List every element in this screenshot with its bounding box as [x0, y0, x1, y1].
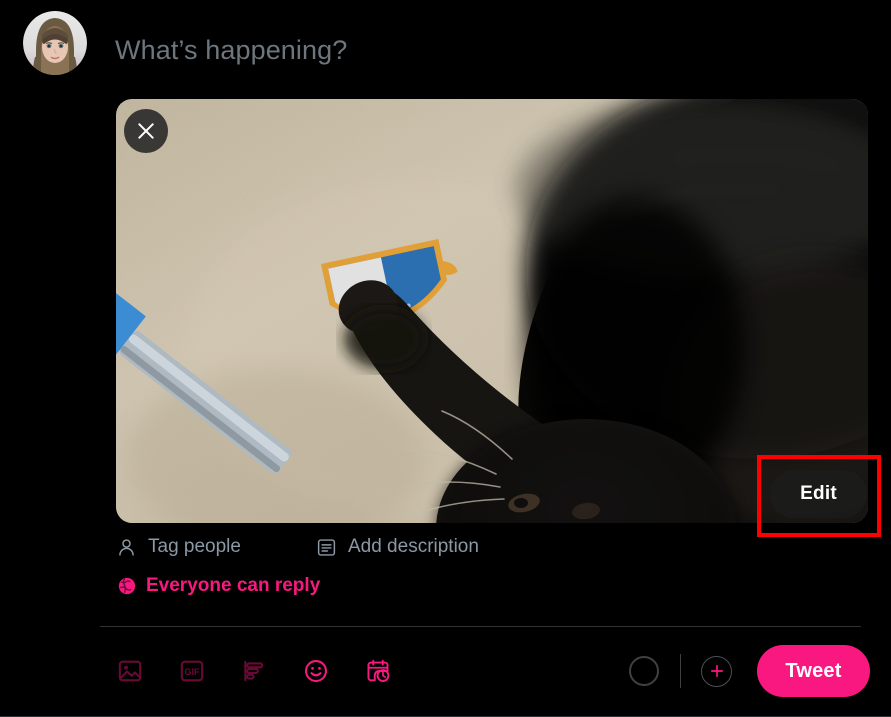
- remove-media-button[interactable]: [124, 109, 168, 153]
- tweet-submit-button[interactable]: Tweet: [757, 645, 870, 697]
- schedule-icon: [367, 659, 390, 682]
- attached-media[interactable]: [116, 99, 868, 523]
- character-count-indicator[interactable]: [629, 656, 659, 686]
- actions-divider: [680, 654, 681, 688]
- globe-icon: [118, 577, 136, 595]
- avatar[interactable]: [23, 11, 87, 75]
- tweet-composer-dialog: What’s happening? Edit Tag people Add de…: [0, 0, 891, 717]
- media-icon: [118, 660, 142, 682]
- add-description-label: Add description: [347, 536, 479, 557]
- emoji-button[interactable]: [298, 653, 334, 689]
- add-description-button[interactable]: Add description: [316, 536, 479, 558]
- emoji-icon: [305, 660, 327, 682]
- edit-media-button[interactable]: Edit: [770, 470, 867, 518]
- poll-button[interactable]: [236, 653, 272, 689]
- media-actions-row: Tag people Add description: [116, 531, 479, 563]
- reply-audience-button[interactable]: Everyone can reply: [117, 575, 320, 597]
- person-icon: [119, 538, 134, 556]
- tag-people-button[interactable]: Tag people: [116, 536, 241, 558]
- description-icon: [317, 538, 336, 556]
- close-icon: [138, 123, 154, 139]
- schedule-button[interactable]: [360, 653, 396, 689]
- add-tweet-button[interactable]: [701, 655, 732, 687]
- reply-audience-label: Everyone can reply: [146, 575, 321, 596]
- svg-text:GIF: GIF: [184, 667, 200, 677]
- plus-icon: [710, 664, 723, 678]
- gif-button[interactable]: GIF: [174, 653, 210, 689]
- gif-icon: GIF: [180, 660, 204, 682]
- composer-placeholder[interactable]: What’s happening?: [115, 33, 347, 67]
- poll-icon: [244, 660, 264, 682]
- composer-toolbar: GIF Tweet: [0, 640, 891, 702]
- composer-actions: Tweet: [629, 640, 870, 702]
- composer-header: What’s happening?: [0, 0, 891, 92]
- media-upload-button[interactable]: [112, 653, 148, 689]
- composer-tool-icons: GIF: [112, 640, 396, 702]
- tag-people-label: Tag people: [148, 536, 241, 557]
- toolbar-divider: [100, 626, 861, 627]
